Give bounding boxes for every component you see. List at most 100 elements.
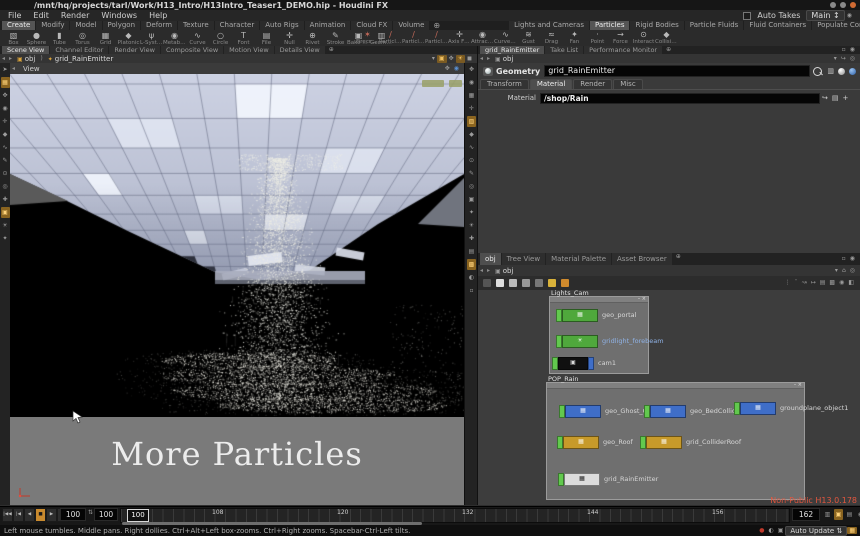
- shelf-tool[interactable]: ∿ Curve: [186, 31, 209, 46]
- viewport-display-icon[interactable]: ✥: [467, 64, 476, 75]
- transport-button[interactable]: ◀: [24, 508, 35, 522]
- node-palette-swatch[interactable]: [548, 279, 556, 287]
- viewport-tool-icon[interactable]: ⊙: [1, 168, 10, 179]
- open-floating-icon[interactable]: ▤: [830, 94, 841, 102]
- back-icon[interactable]: ◂: [478, 267, 485, 274]
- node-body[interactable]: ▦: [563, 436, 599, 449]
- back-icon[interactable]: ◂: [478, 55, 485, 62]
- shelf-tab[interactable]: Auto Rigs: [260, 21, 303, 30]
- collapse-icon[interactable]: ◂: [10, 65, 17, 72]
- pane-tab[interactable]: grid_RainEmitter: [480, 46, 544, 54]
- node-body[interactable]: ▦: [646, 436, 682, 449]
- help-icon[interactable]: [838, 68, 845, 75]
- viewport-tool-icon[interactable]: ∿: [1, 142, 10, 153]
- pane-tab[interactable]: Tree View: [502, 253, 545, 265]
- shelf-tool[interactable]: ∿ Curve Force: [494, 30, 517, 45]
- network-node[interactable]: ▦ grid_RainEmitter: [558, 473, 658, 485]
- shelf-tab[interactable]: Rigid Bodies: [630, 21, 683, 30]
- playbar-option-icon[interactable]: ▤: [845, 509, 854, 520]
- network-node[interactable]: ▣ cam1: [552, 357, 616, 369]
- pane-tab[interactable]: Render View: [109, 46, 160, 54]
- transport-button[interactable]: |◀◀: [2, 508, 13, 522]
- shelf-tab[interactable]: Polygon: [103, 21, 141, 30]
- pane-tab[interactable]: Asset Browser: [612, 253, 672, 265]
- viewport-tool-icon[interactable]: ✛: [1, 116, 10, 127]
- transport-button[interactable]: |◀: [13, 508, 24, 522]
- auto-takes-checkbox[interactable]: [743, 12, 751, 20]
- shelf-tool[interactable]: ✛ Null: [278, 31, 301, 46]
- shelf-tab[interactable]: Populate Containers: [812, 21, 860, 30]
- forward-icon[interactable]: ▸: [485, 55, 492, 62]
- node-palette-swatch[interactable]: [522, 279, 530, 287]
- shelf-tool[interactable]: ≈ Drag: [540, 30, 563, 45]
- viewport-display-icon[interactable]: ✚: [467, 233, 476, 244]
- network-editor[interactable]: Lights_Cam ▦ geo_portal ☀ gridlight_fore…: [478, 290, 860, 505]
- network-box-pop-rain[interactable]: POP_Rain ▦ geo_Ghost_Collider ▦ geo_BedC…: [546, 382, 805, 500]
- viewport-tool-icon[interactable]: ➤: [1, 64, 10, 75]
- shelf-tab[interactable]: Model: [70, 21, 101, 30]
- gallery-icon[interactable]: ▥: [825, 67, 836, 75]
- viewport-tool-icon[interactable]: ☀: [1, 220, 10, 231]
- pane-tab[interactable]: Composite View: [161, 46, 223, 54]
- pane-tab[interactable]: obj: [480, 253, 501, 265]
- shelf-tool[interactable]: ▤ File: [255, 31, 278, 46]
- shelf-tab[interactable]: Volume: [393, 21, 429, 30]
- shelf-tool[interactable]: ✎ Stroke: [324, 31, 347, 46]
- viewport-display-icon[interactable]: ▦: [467, 90, 476, 101]
- shelf-tool[interactable]: ▧ Box: [2, 31, 25, 46]
- pane-tab[interactable]: Material Palette: [546, 253, 611, 265]
- shelf-tab[interactable]: Modify: [36, 21, 69, 30]
- network-node[interactable]: ▦ grid_ColliderRoof: [640, 436, 741, 448]
- path-dropdown-icon[interactable]: ▾: [430, 55, 437, 63]
- shelf-tool[interactable]: ▦ Grid: [94, 31, 117, 46]
- jump-to-operator-icon[interactable]: ↪: [820, 94, 830, 102]
- network-box-bar[interactable]: [547, 383, 804, 389]
- take-menu[interactable]: Main ↕: [806, 10, 844, 21]
- playbar-option-icon[interactable]: ▣: [834, 509, 843, 520]
- network-tool-icon[interactable]: ↝: [800, 279, 809, 287]
- close-button[interactable]: [850, 2, 856, 8]
- shelf-tab[interactable]: Particle Fluids: [685, 21, 744, 30]
- display-options-icon[interactable]: ◼: [465, 55, 474, 63]
- viewport-tool-icon[interactable]: ✎: [1, 155, 10, 166]
- add-shelf-icon[interactable]: ⊕: [430, 21, 443, 30]
- viewport-tool-icon[interactable]: ◎: [1, 181, 10, 192]
- range-start-field[interactable]: 100: [94, 508, 118, 521]
- path-root[interactable]: ▣obj: [14, 55, 38, 63]
- node-body[interactable]: ▦: [565, 405, 601, 418]
- node-palette-swatch[interactable]: [535, 279, 543, 287]
- pane-tab[interactable]: Details View: [275, 46, 325, 54]
- message-icon[interactable]: ◐: [766, 527, 775, 534]
- back-icon[interactable]: ◂: [0, 55, 7, 62]
- shelf-tool[interactable]: ● Sphere: [25, 31, 48, 46]
- auto-update-menu[interactable]: Auto Update ⇅: [785, 526, 847, 536]
- shelf-tool[interactable]: ∕ Particles fr...: [425, 30, 448, 45]
- view-tab[interactable]: View: [17, 65, 46, 73]
- network-path[interactable]: ▣obj: [492, 267, 516, 275]
- node-palette-swatch[interactable]: [496, 279, 504, 287]
- viewport-display-icon[interactable]: ⊙: [467, 155, 476, 166]
- add-icon[interactable]: +: [841, 94, 851, 102]
- cook-mode-icon[interactable]: ▦: [847, 527, 857, 534]
- shelf-tab[interactable]: Particles: [590, 21, 630, 30]
- menu-item[interactable]: Edit: [27, 10, 55, 21]
- viewport-options-button[interactable]: [449, 80, 462, 87]
- path-dropdown-icon[interactable]: ▾: [832, 55, 839, 63]
- minimize-button[interactable]: [830, 2, 836, 8]
- shelf-tool[interactable]: ○ Circle: [209, 31, 232, 46]
- viewport-display-icon[interactable]: ☀: [467, 220, 476, 231]
- shelf-tool[interactable]: ◆ Platonic: [117, 31, 140, 46]
- network-tool-icon[interactable]: ◉: [837, 279, 846, 287]
- undo-path-icon[interactable]: ↪: [839, 55, 848, 63]
- material-field[interactable]: /shop/Rain: [540, 93, 820, 104]
- network-node[interactable]: ☀ gridlight_forebeam: [556, 335, 664, 347]
- pane-maximize-icon[interactable]: ▫: [840, 255, 848, 263]
- pane-menu-icon[interactable]: ◉: [848, 46, 857, 54]
- viewport-tool-icon[interactable]: ◉: [1, 103, 10, 114]
- node-body[interactable]: ▣: [558, 357, 588, 370]
- takes-icon[interactable]: ◉: [845, 12, 854, 20]
- shelf-tool[interactable]: → Force: [609, 30, 632, 45]
- viewport[interactable]: More Particles: [10, 74, 464, 505]
- add-pane-tab-icon[interactable]: ⊕: [673, 253, 684, 265]
- node-body[interactable]: ▦: [562, 309, 598, 322]
